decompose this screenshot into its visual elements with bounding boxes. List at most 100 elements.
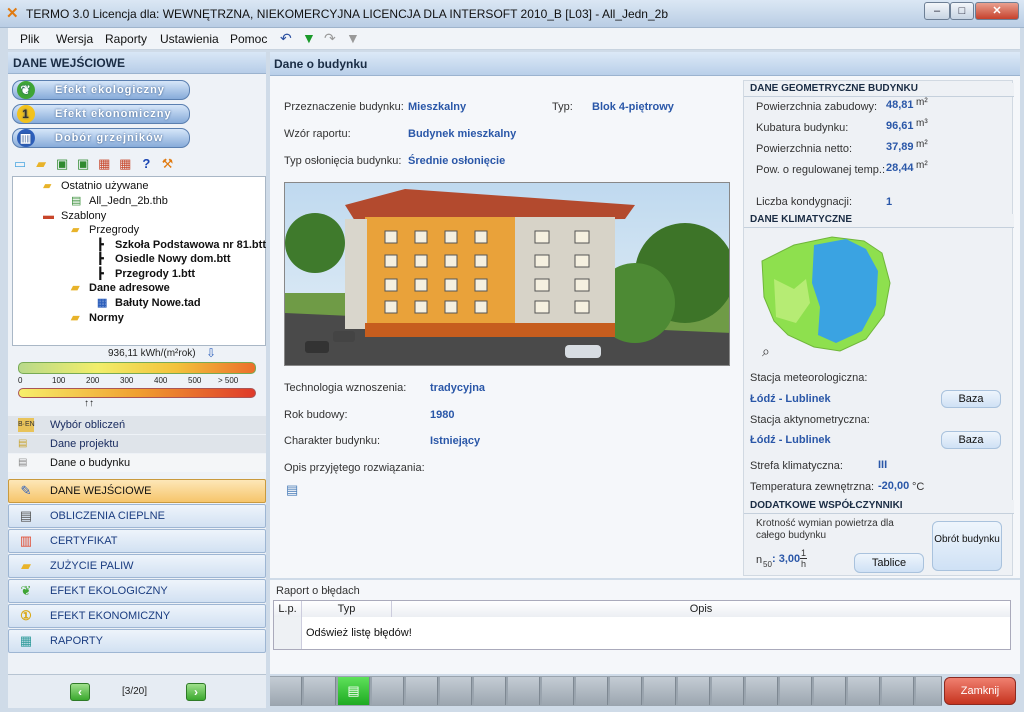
down-arrow-icon[interactable]: ▼ — [302, 31, 316, 45]
baza-met-button[interactable]: Baza — [941, 390, 1001, 408]
row-marker — [274, 617, 302, 649]
tree-recent[interactable]: ▰ Ostatnio używane — [43, 180, 148, 192]
tree-label: Osiedle Nowy dom.btt — [115, 253, 231, 265]
nav-label: OBLICZENIA CIEPLNE — [50, 510, 165, 522]
toolbar-slot[interactable] — [882, 677, 914, 705]
tree-address-file[interactable]: ▦ Bałuty Nowe.tad — [97, 297, 201, 309]
toolbar-slot[interactable] — [542, 677, 574, 705]
toolbar-slot[interactable] — [780, 677, 812, 705]
subnav-projekt[interactable]: ▤ Dane projektu — [8, 435, 266, 453]
obrot-budynku-button[interactable]: Obrót budynku — [932, 521, 1002, 571]
toolbar-slot[interactable] — [440, 677, 472, 705]
toolbar-slot[interactable] — [508, 677, 540, 705]
menu-ustawienia[interactable]: Ustawienia — [160, 32, 219, 46]
tick: 200 — [86, 376, 100, 385]
tree-file-3[interactable]: ┣ Przegrody 1.btt — [97, 268, 195, 280]
krotnosc-label: Krotność wymian powietrza dla całego bud… — [756, 518, 894, 541]
nav-raporty[interactable]: ▦ RAPORTY — [8, 629, 266, 653]
wzor-label: Wzór raportu: — [284, 128, 351, 140]
toolbar-slot[interactable] — [270, 677, 302, 705]
tablice-button[interactable]: Tablice — [854, 553, 924, 573]
help-icon[interactable]: ? — [138, 156, 154, 172]
strefa-value: III — [878, 459, 888, 471]
nav-zuzycie-paliw[interactable]: ▰ ZUŻYCIE PALIW — [8, 554, 266, 578]
bottom-toolbar: ▤ — [270, 676, 942, 706]
energy-bar-top — [18, 362, 256, 374]
refresh-errors-link[interactable]: Odśwież listę błędów! — [306, 627, 412, 639]
nav-dane-wejsciowe[interactable]: ✎ DANE WEJŚCIOWE — [8, 479, 266, 503]
wzor-value[interactable]: Budynek mieszkalny — [408, 128, 516, 140]
next-page-button[interactable]: › — [186, 683, 206, 701]
down-arrow-disabled-icon[interactable]: ▼ — [346, 31, 360, 45]
rok-value[interactable]: 1980 — [430, 409, 454, 421]
tools-icon[interactable]: ⚒ — [159, 156, 175, 172]
note-icon[interactable]: ▤ — [286, 482, 298, 498]
menu-plik[interactable]: Plik — [20, 32, 39, 46]
close-button[interactable]: Zamknij — [944, 677, 1016, 705]
toolbar-slot[interactable] — [678, 677, 710, 705]
zoom-icon[interactable]: ⌕ — [762, 343, 770, 360]
poland-map[interactable] — [754, 231, 896, 357]
toolbar-slot[interactable] — [848, 677, 880, 705]
baza-akt-button[interactable]: Baza — [941, 431, 1001, 449]
efekt-ekonomiczny-button[interactable]: 1 Efekt ekonomiczny — [12, 104, 190, 124]
tree-address-data[interactable]: ▰ Dane adresowe — [71, 282, 170, 294]
open-folder-icon[interactable]: ▰ — [33, 156, 49, 172]
new-icon[interactable]: ▭ — [12, 156, 28, 172]
tech-value[interactable]: tradycyjna — [430, 382, 485, 394]
save-icon[interactable]: ▣ — [54, 156, 70, 172]
tree-partitions[interactable]: ▰ Przegrody — [71, 224, 139, 236]
tree-label: Szkoła Podstawowa nr 81.btt — [115, 239, 266, 251]
tree-templates[interactable]: ▬ Szablony — [43, 210, 106, 222]
save-as-icon[interactable]: ▣ — [75, 156, 91, 172]
minimize-button[interactable]: – — [924, 2, 950, 20]
toolbar-slot[interactable] — [712, 677, 744, 705]
delete-icon[interactable]: ▦ — [117, 156, 133, 172]
left-section-title: DANE WEJŚCIOWE — [8, 52, 266, 74]
menu-wersja[interactable]: Wersja — [56, 32, 93, 46]
toolbar-slot[interactable] — [372, 677, 404, 705]
tree-norms[interactable]: ▰ Normy — [71, 312, 124, 324]
toolbar-slot[interactable] — [916, 677, 942, 705]
oslon-value[interactable]: Średnie osłonięcie — [408, 155, 505, 167]
menu-pomoc[interactable]: Pomoc — [230, 32, 267, 46]
menu-bar: Plik Wersja Raporty Ustawienia Pomoc ↶ ▼… — [8, 28, 1020, 50]
tree-recent-file[interactable]: ▤ All_Jedn_2b.thb — [71, 195, 168, 207]
export-icon[interactable]: ▦ — [96, 156, 112, 172]
efekt-ekologiczny-button[interactable]: ❦ Efekt ekologiczny — [12, 80, 190, 100]
nav-efekt-ekologiczny[interactable]: ❦ EFEKT EKOLOGICZNY — [8, 579, 266, 603]
menu-raporty[interactable]: Raporty — [105, 32, 147, 46]
edit-icon: ✎ — [20, 483, 32, 498]
typ-value[interactable]: Blok 4-piętrowy — [592, 101, 674, 113]
stacja-met-value: Łódź - Lublinek — [750, 393, 831, 405]
toolbar-slot[interactable] — [576, 677, 608, 705]
list-doc-icon[interactable]: ▤ — [338, 677, 370, 705]
col-typ: Typ — [302, 601, 392, 617]
subnav-budynek[interactable]: ▤ Dane o budynku — [8, 454, 266, 472]
energy-scale: 936,11 kWh/(m²rok) ⇩ 0 100 200 300 400 5… — [8, 346, 266, 412]
nav-efekt-ekonomiczny[interactable]: ① EFEKT EKONOMICZNY — [8, 604, 266, 628]
subnav-wybor[interactable]: B·EN Wybór obliczeń — [8, 416, 266, 434]
toolbar-slot[interactable] — [746, 677, 778, 705]
toolbar-slot[interactable] — [814, 677, 846, 705]
toolbar-slot[interactable] — [610, 677, 642, 705]
maximize-button[interactable]: □ — [950, 2, 974, 20]
tree-label: Bałuty Nowe.tad — [115, 297, 201, 309]
nav-obliczenia-cieplne[interactable]: ▤ OBLICZENIA CIEPLNE — [8, 504, 266, 528]
pager: ‹ [3/20] › — [8, 674, 266, 708]
prev-page-button[interactable]: ‹ — [70, 683, 90, 701]
stacja-akt-value: Łódź - Lublinek — [750, 434, 831, 446]
tree-file-1[interactable]: ┣ Szkoła Podstawowa nr 81.btt — [97, 239, 266, 251]
tree-file-2[interactable]: ┣ Osiedle Nowy dom.btt — [97, 253, 231, 265]
dobor-grzejnikow-button[interactable]: ▥ Dobór grzejników — [12, 128, 190, 148]
close-window-button[interactable]: ✕ — [975, 2, 1019, 20]
toolbar-slot[interactable] — [644, 677, 676, 705]
przeznaczenie-value[interactable]: Mieszkalny — [408, 101, 466, 113]
toolbar-slot[interactable] — [474, 677, 506, 705]
toolbar-slot[interactable] — [406, 677, 438, 705]
undo-icon[interactable]: ↶ — [280, 31, 292, 45]
redo-icon[interactable]: ↷ — [324, 31, 336, 45]
nav-certyfikat[interactable]: ▥ CERTYFIKAT — [8, 529, 266, 553]
char-value[interactable]: Istniejący — [430, 435, 480, 447]
toolbar-slot[interactable] — [304, 677, 336, 705]
